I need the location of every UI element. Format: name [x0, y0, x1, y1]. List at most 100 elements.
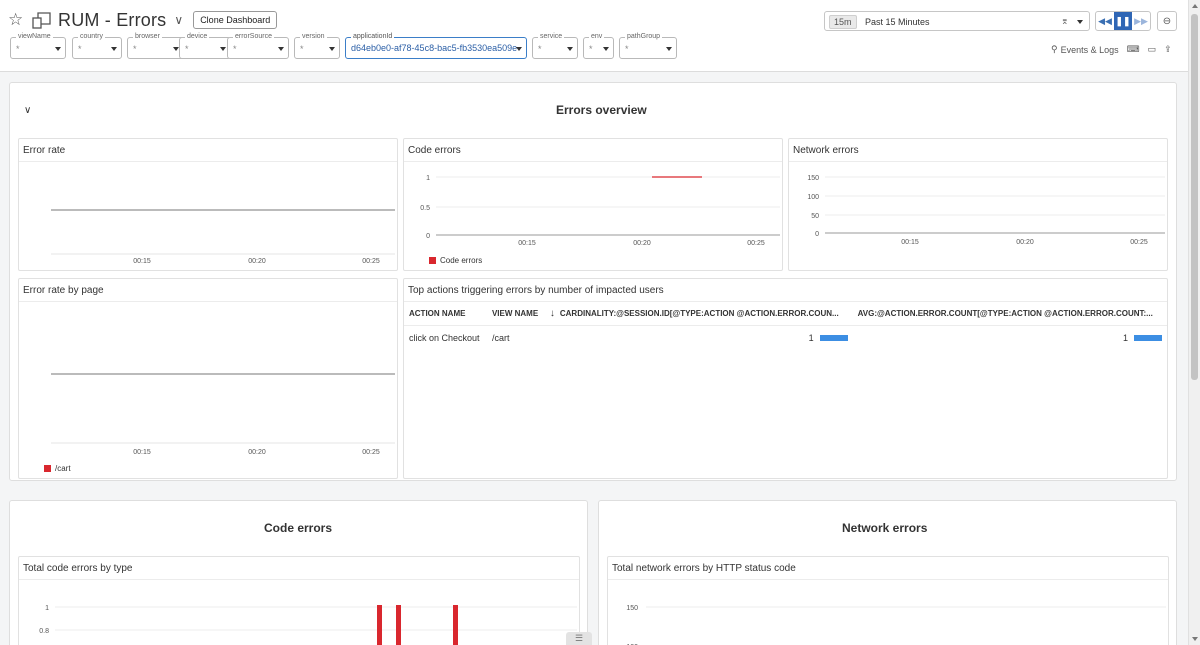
widget-title: Total network errors by HTTP status code: [612, 563, 796, 574]
zoom-out-icon[interactable]: ⊖: [1157, 11, 1177, 31]
dropdown-arrow-icon: [516, 47, 522, 51]
legend-label: Code errors: [440, 256, 483, 265]
error-rate-by-page-chart: 00:15 00:20 00:25: [51, 373, 395, 456]
variable-label: pathGroup: [625, 32, 663, 41]
widget-title: Top actions triggering errors by number …: [408, 285, 664, 296]
x-tick-label: 00:20: [1016, 239, 1034, 246]
column-header-cardinality[interactable]: ↓ CARDINALITY:@SESSION.ID[@TYPE:ACTION @A…: [544, 302, 853, 326]
dropdown-arrow-icon: [603, 47, 609, 51]
scroll-down-icon[interactable]: [1192, 637, 1198, 641]
table-row[interactable]: click on Checkout /cart 1 1: [404, 326, 1167, 351]
variable-value: *: [589, 44, 593, 54]
variable-service[interactable]: service *: [532, 32, 578, 59]
y-tick-label: 0.5: [420, 205, 430, 212]
dropdown-arrow-icon: [329, 47, 335, 51]
x-tick-label: 00:25: [1130, 239, 1148, 246]
playback-controls: ◀◀ ❚❚ ▶▶: [1095, 11, 1151, 31]
chart-legend: /cart: [44, 464, 71, 473]
code-errors-by-type-chart: 1 0.8: [39, 605, 577, 645]
y-tick-label: 1: [45, 605, 49, 612]
widget-title: Total code errors by type: [23, 563, 133, 574]
share-icon[interactable]: ⇪: [1164, 44, 1172, 55]
legend-swatch: [44, 465, 51, 472]
variable-label: version: [300, 32, 327, 41]
variable-country[interactable]: country *: [72, 32, 122, 59]
y-tick-label: 0: [815, 231, 819, 238]
code-errors-group: Code errors Total code errors by type 1 …: [9, 500, 588, 645]
clone-dashboard-button[interactable]: Clone Dashboard: [193, 11, 278, 29]
x-tick-label: 00:20: [248, 449, 266, 456]
code-errors-by-type-widget[interactable]: Total code errors by type 1 0.8: [18, 556, 580, 645]
scrollbar-thumb[interactable]: [1191, 14, 1198, 380]
x-tick-label: 00:20: [248, 258, 266, 265]
network-errors-group: Network errors Total network errors by H…: [598, 500, 1177, 645]
network-errors-widget[interactable]: Network errors 150 100 50 0 00:15 00:20 …: [788, 138, 1168, 271]
dropdown-arrow-icon: [1077, 20, 1083, 24]
variable-pathgroup[interactable]: pathGroup *: [619, 32, 677, 59]
variable-env[interactable]: env *: [583, 32, 614, 59]
dropdown-arrow-icon: [666, 47, 672, 51]
variable-errorsource[interactable]: errorSource *: [227, 32, 289, 59]
variable-applicationid[interactable]: applicationId d64eb0e0-af78-45c8-bac5-fb…: [345, 32, 527, 59]
x-tick-label: 00:15: [133, 449, 151, 456]
value-bar: [1134, 335, 1162, 341]
network-errors-by-status-widget[interactable]: Total network errors by HTTP status code…: [607, 556, 1169, 645]
x-tick-label: 00:25: [362, 449, 380, 456]
column-header-view-name[interactable]: VIEW NAME: [486, 302, 545, 326]
group-title: Errors overview: [556, 103, 647, 117]
title-chevron-down-icon[interactable]: ∨: [174, 13, 183, 27]
dashboard-icon: [32, 11, 52, 29]
variable-label: errorSource: [233, 32, 274, 41]
variable-value: *: [300, 44, 304, 54]
bar: [377, 605, 382, 645]
list-toggle-icon[interactable]: ☰: [566, 632, 592, 645]
rewind-icon[interactable]: ◀◀: [1096, 12, 1114, 30]
title-row: ☆ RUM - Errors ∨ Clone Dashboard: [8, 9, 278, 31]
time-range-chip: 15m: [829, 15, 857, 29]
y-tick-label: 50: [811, 213, 819, 220]
error-rate-widget[interactable]: Error rate 00:15 00:20 00:25: [18, 138, 398, 271]
page-scrollbar[interactable]: [1188, 0, 1200, 645]
scroll-up-icon[interactable]: [1192, 4, 1198, 8]
errors-overview-group: ∨ Errors overview Error rate 00:15 00:20…: [9, 82, 1177, 481]
x-tick-label: 00:15: [518, 240, 536, 247]
column-header-action-name[interactable]: ACTION NAME: [404, 302, 487, 326]
y-tick-label: 1: [426, 175, 430, 182]
sort-arrow-down-icon: ↓: [549, 308, 555, 319]
avg-value: 1: [1122, 333, 1128, 343]
code-errors-widget[interactable]: Code errors 1 0.5 0 00:15 00:20 00:25 Co…: [403, 138, 783, 271]
variable-browser[interactable]: browser *: [127, 32, 184, 59]
variable-label: country: [78, 32, 105, 41]
header-tools: ⚲ Events & Logs ⌨ ▭ ⇪: [1051, 44, 1172, 55]
dashboard-header: ☆ RUM - Errors ∨ Clone Dashboard viewNam…: [0, 0, 1188, 72]
x-tick-label: 00:15: [133, 258, 151, 265]
variable-device[interactable]: device *: [179, 32, 231, 59]
table-header-row: ACTION NAME VIEW NAME ↓ CARDINALITY:@SESS…: [404, 302, 1167, 326]
y-tick-label: 0.8: [39, 628, 49, 635]
favorite-star-icon[interactable]: ☆: [8, 10, 26, 30]
pin-icon[interactable]: ⌆: [1061, 16, 1069, 27]
variable-viewname[interactable]: viewName *: [10, 32, 66, 59]
collapse-chevron-icon[interactable]: ∨: [24, 105, 31, 116]
error-rate-by-page-widget[interactable]: Error rate by page 00:15 00:20 00:25 /ca…: [18, 278, 398, 479]
network-errors-by-status-chart: 150 100: [626, 605, 1166, 645]
tv-mode-icon[interactable]: ▭: [1148, 44, 1157, 55]
code-errors-chart: 1 0.5 0 00:15 00:20 00:25: [420, 175, 780, 247]
time-range-selector[interactable]: 15m Past 15 Minutes ⌆: [824, 11, 1090, 31]
variable-value: *: [133, 44, 137, 54]
keyboard-icon[interactable]: ⌨: [1127, 44, 1140, 55]
top-actions-widget[interactable]: Top actions triggering errors by number …: [403, 278, 1168, 479]
chart-legend: Code errors: [429, 256, 482, 265]
variable-value: *: [78, 44, 82, 54]
group-title: Network errors: [842, 521, 928, 535]
action-name-cell: click on Checkout: [409, 333, 480, 343]
pause-icon[interactable]: ❚❚: [1114, 12, 1132, 30]
variable-value: *: [625, 44, 629, 54]
column-header-avg[interactable]: AVG:@ACTION.ERROR.COUNT[@TYPE:ACTION @AC…: [852, 302, 1167, 326]
network-errors-chart: 150 100 50 0 00:15 00:20 00:25: [807, 175, 1165, 246]
fast-forward-icon[interactable]: ▶▶: [1132, 12, 1150, 30]
variable-version[interactable]: version *: [294, 32, 340, 59]
x-tick-label: 00:25: [747, 240, 765, 247]
variable-value: *: [185, 44, 189, 54]
events-logs-button[interactable]: Events & Logs: [1061, 45, 1119, 55]
